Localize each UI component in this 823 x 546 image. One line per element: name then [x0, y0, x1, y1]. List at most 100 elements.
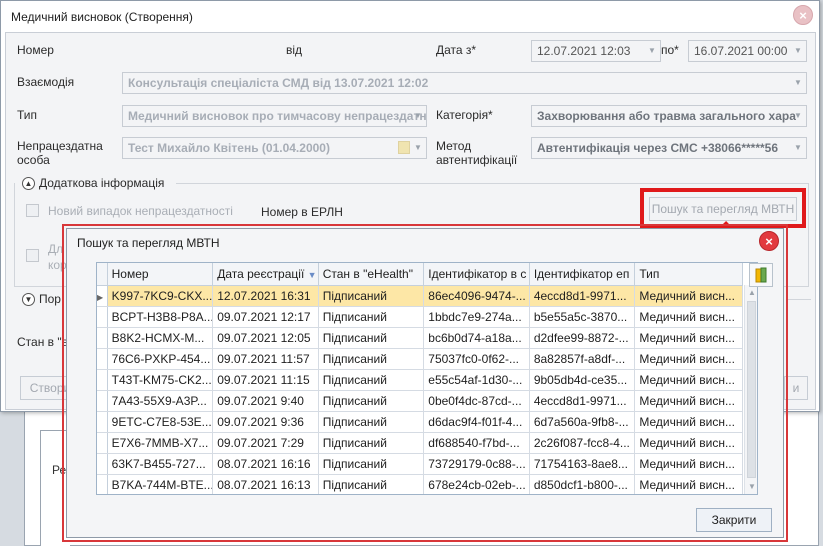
cell-ep-id[interactable]: 2c26f087-fcc8-4... [529, 432, 636, 454]
cell-system-id[interactable]: e55c54af-1d30-... [423, 369, 530, 391]
person-select[interactable]: Тест Михайло Квітень (01.04.2000) ▼ [122, 137, 427, 159]
cell-number[interactable]: B7KA-744M-BTE... [107, 474, 214, 494]
column-header-system-id[interactable]: Ідентифікатор в с [423, 263, 530, 286]
cell-ep-id[interactable]: 4eccd8d1-9971... [529, 285, 636, 307]
table-row[interactable]: T43T-KM75-CK2... 09.07.2021 11:15 Підписан… [97, 369, 743, 391]
cell-ep-id[interactable]: 9b05db4d-ce35... [529, 369, 636, 391]
table-scrollbar[interactable]: ▲ ▼ [744, 285, 757, 494]
cell-system-id[interactable]: d6dac9f4-f01f-4... [423, 411, 530, 433]
table-row[interactable]: 63K7-B455-727... 08.07.2021 16:16 Підписан… [97, 453, 743, 475]
chevron-down-icon[interactable]: ▼ [646, 41, 658, 61]
table-row[interactable]: B8K2-HCMX-M... 09.07.2021 12:05 Підписаний… [97, 327, 743, 349]
cell-type[interactable]: Медичний висн... [634, 432, 743, 454]
cell-ep-id[interactable]: 6d7a560a-9fb8-... [529, 411, 636, 433]
row-indicator[interactable] [97, 453, 108, 475]
cell-number[interactable]: BCPT-H3B8-P8A... [107, 306, 214, 328]
column-header-ep-id[interactable]: Ідентифікатор еп [529, 263, 636, 286]
cell-registration-date[interactable]: 09.07.2021 12:05 [212, 327, 319, 349]
cell-number[interactable]: 9ETC-C7E8-53E... [107, 411, 214, 433]
table-row[interactable]: 76C6-PXKP-454... 09.07.2021 11:57 Підписан… [97, 348, 743, 370]
chevron-down-icon[interactable]: ▼ [412, 138, 424, 158]
cell-type[interactable]: Медичний висн... [634, 411, 743, 433]
row-indicator[interactable] [97, 348, 108, 370]
cell-ehealth-status[interactable]: Підписаний [318, 411, 425, 433]
cell-number[interactable]: E7X6-7MMB-X7... [107, 432, 214, 454]
cell-ep-id[interactable]: 8a82857f-a8df-... [529, 348, 636, 370]
table-row[interactable]: B7KA-744M-BTE... 08.07.2021 16:13 Підписан… [97, 474, 743, 494]
dialog-close-icon[interactable]: × [793, 5, 813, 25]
book-icon[interactable] [749, 263, 773, 287]
row-indicator[interactable]: ▶ [97, 285, 108, 307]
table-row[interactable]: 7A43-55X9-A3P... 09.07.2021 9:40 Підписани… [97, 390, 743, 412]
cell-registration-date[interactable]: 09.07.2021 11:15 [212, 369, 319, 391]
cell-type[interactable]: Медичний висн... [634, 348, 743, 370]
cell-number[interactable]: K997-7KC9-CKX... [107, 285, 214, 307]
table-row[interactable]: ▶ K997-7KC9-CKX... 12.07.2021 16:31 Підписа… [97, 285, 743, 307]
cell-number[interactable]: 63K7-B455-727... [107, 453, 214, 475]
row-indicator[interactable] [97, 411, 108, 433]
cell-system-id[interactable]: df688540-f7bd-... [423, 432, 530, 454]
column-header-ehealth-status[interactable]: Стан в "eHealth" [318, 263, 425, 286]
cell-number[interactable]: 7A43-55X9-A3P... [107, 390, 214, 412]
column-header-number[interactable]: Номер [107, 263, 214, 286]
row-indicator[interactable] [97, 474, 108, 494]
option-checkbox[interactable] [26, 249, 39, 262]
table-row[interactable]: E7X6-7MMB-X7... 09.07.2021 7:29 Підписаний… [97, 432, 743, 454]
cell-ehealth-status[interactable]: Підписаний [318, 327, 425, 349]
cell-ep-id[interactable]: d2dfee99-8872-... [529, 327, 636, 349]
close-button[interactable]: Закрити [696, 508, 772, 532]
cell-registration-date[interactable]: 08.07.2021 16:13 [212, 474, 319, 494]
cell-ehealth-status[interactable]: Підписаний [318, 369, 425, 391]
chevron-down-icon[interactable]: ▼ [792, 106, 804, 126]
cell-ehealth-status[interactable]: Підписаний [318, 285, 425, 307]
type-select[interactable]: Медичний висновок про тимчасову непрацез… [122, 105, 427, 127]
cell-type[interactable]: Медичний висн... [634, 390, 743, 412]
cell-type[interactable]: Медичний висн... [634, 369, 743, 391]
cell-system-id[interactable]: 0be0f4dc-87cd-... [423, 390, 530, 412]
cell-ep-id[interactable]: 71754163-8ae8... [529, 453, 636, 475]
cell-number[interactable]: B8K2-HCMX-M... [107, 327, 214, 349]
cell-system-id[interactable]: 86ec4096-9474-... [423, 285, 530, 307]
cell-type[interactable]: Медичний висн... [634, 474, 743, 494]
chevron-down-icon[interactable]: ▼ [792, 73, 804, 93]
cell-registration-date[interactable]: 09.07.2021 12:17 [212, 306, 319, 328]
auth-method-select[interactable]: Автентифікація через СМС +38066*****56 ▼ [531, 137, 807, 159]
cell-registration-date[interactable]: 12.07.2021 16:31 [212, 285, 319, 307]
row-indicator[interactable] [97, 306, 108, 328]
new-case-checkbox[interactable] [26, 204, 39, 217]
cell-registration-date[interactable]: 09.07.2021 7:29 [212, 432, 319, 454]
chevron-down-icon[interactable]: ▼ [412, 106, 424, 126]
cell-ep-id[interactable]: 4eccd8d1-9971... [529, 390, 636, 412]
cell-ep-id[interactable]: d850dcf1-b800-... [529, 474, 636, 494]
expand-icon[interactable]: ▼ [22, 293, 35, 306]
table-row[interactable]: BCPT-H3B8-P8A... 09.07.2021 12:17 Підписан… [97, 306, 743, 328]
row-indicator[interactable] [97, 369, 108, 391]
cell-registration-date[interactable]: 09.07.2021 9:40 [212, 390, 319, 412]
column-header-type[interactable]: Тип [634, 263, 743, 286]
chevron-down-icon[interactable]: ▼ [792, 138, 804, 158]
popup-close-icon[interactable]: × [759, 231, 779, 251]
date-from-field[interactable]: 12.07.2021 12:03 ▼ [531, 40, 661, 62]
cell-ehealth-status[interactable]: Підписаний [318, 474, 425, 494]
interaction-select[interactable]: Консультація спеціаліста СМД від 13.07.2… [122, 72, 807, 94]
chevron-down-icon[interactable]: ▼ [792, 41, 804, 61]
cell-number[interactable]: 76C6-PXKP-454... [107, 348, 214, 370]
cell-ehealth-status[interactable]: Підписаний [318, 390, 425, 412]
cell-system-id[interactable]: 73729179-0c88-... [423, 453, 530, 475]
scroll-up-icon[interactable]: ▲ [745, 287, 757, 299]
row-indicator[interactable] [97, 390, 108, 412]
date-to-field[interactable]: 16.07.2021 00:00 ▼ [688, 40, 807, 62]
cell-registration-date[interactable]: 09.07.2021 9:36 [212, 411, 319, 433]
cell-number[interactable]: T43T-KM75-CK2... [107, 369, 214, 391]
cell-system-id[interactable]: 75037fc0-0f62-... [423, 348, 530, 370]
card-icon[interactable] [398, 141, 410, 154]
cell-ehealth-status[interactable]: Підписаний [318, 306, 425, 328]
cell-system-id[interactable]: 1bbdc7e9-274a... [423, 306, 530, 328]
cell-registration-date[interactable]: 08.07.2021 16:16 [212, 453, 319, 475]
cell-type[interactable]: Медичний висн... [634, 285, 743, 307]
cell-system-id[interactable]: 678e24cb-02eb-... [423, 474, 530, 494]
cell-type[interactable]: Медичний висн... [634, 327, 743, 349]
cell-type[interactable]: Медичний висн... [634, 306, 743, 328]
scroll-thumb[interactable] [747, 301, 756, 478]
row-indicator[interactable] [97, 327, 108, 349]
